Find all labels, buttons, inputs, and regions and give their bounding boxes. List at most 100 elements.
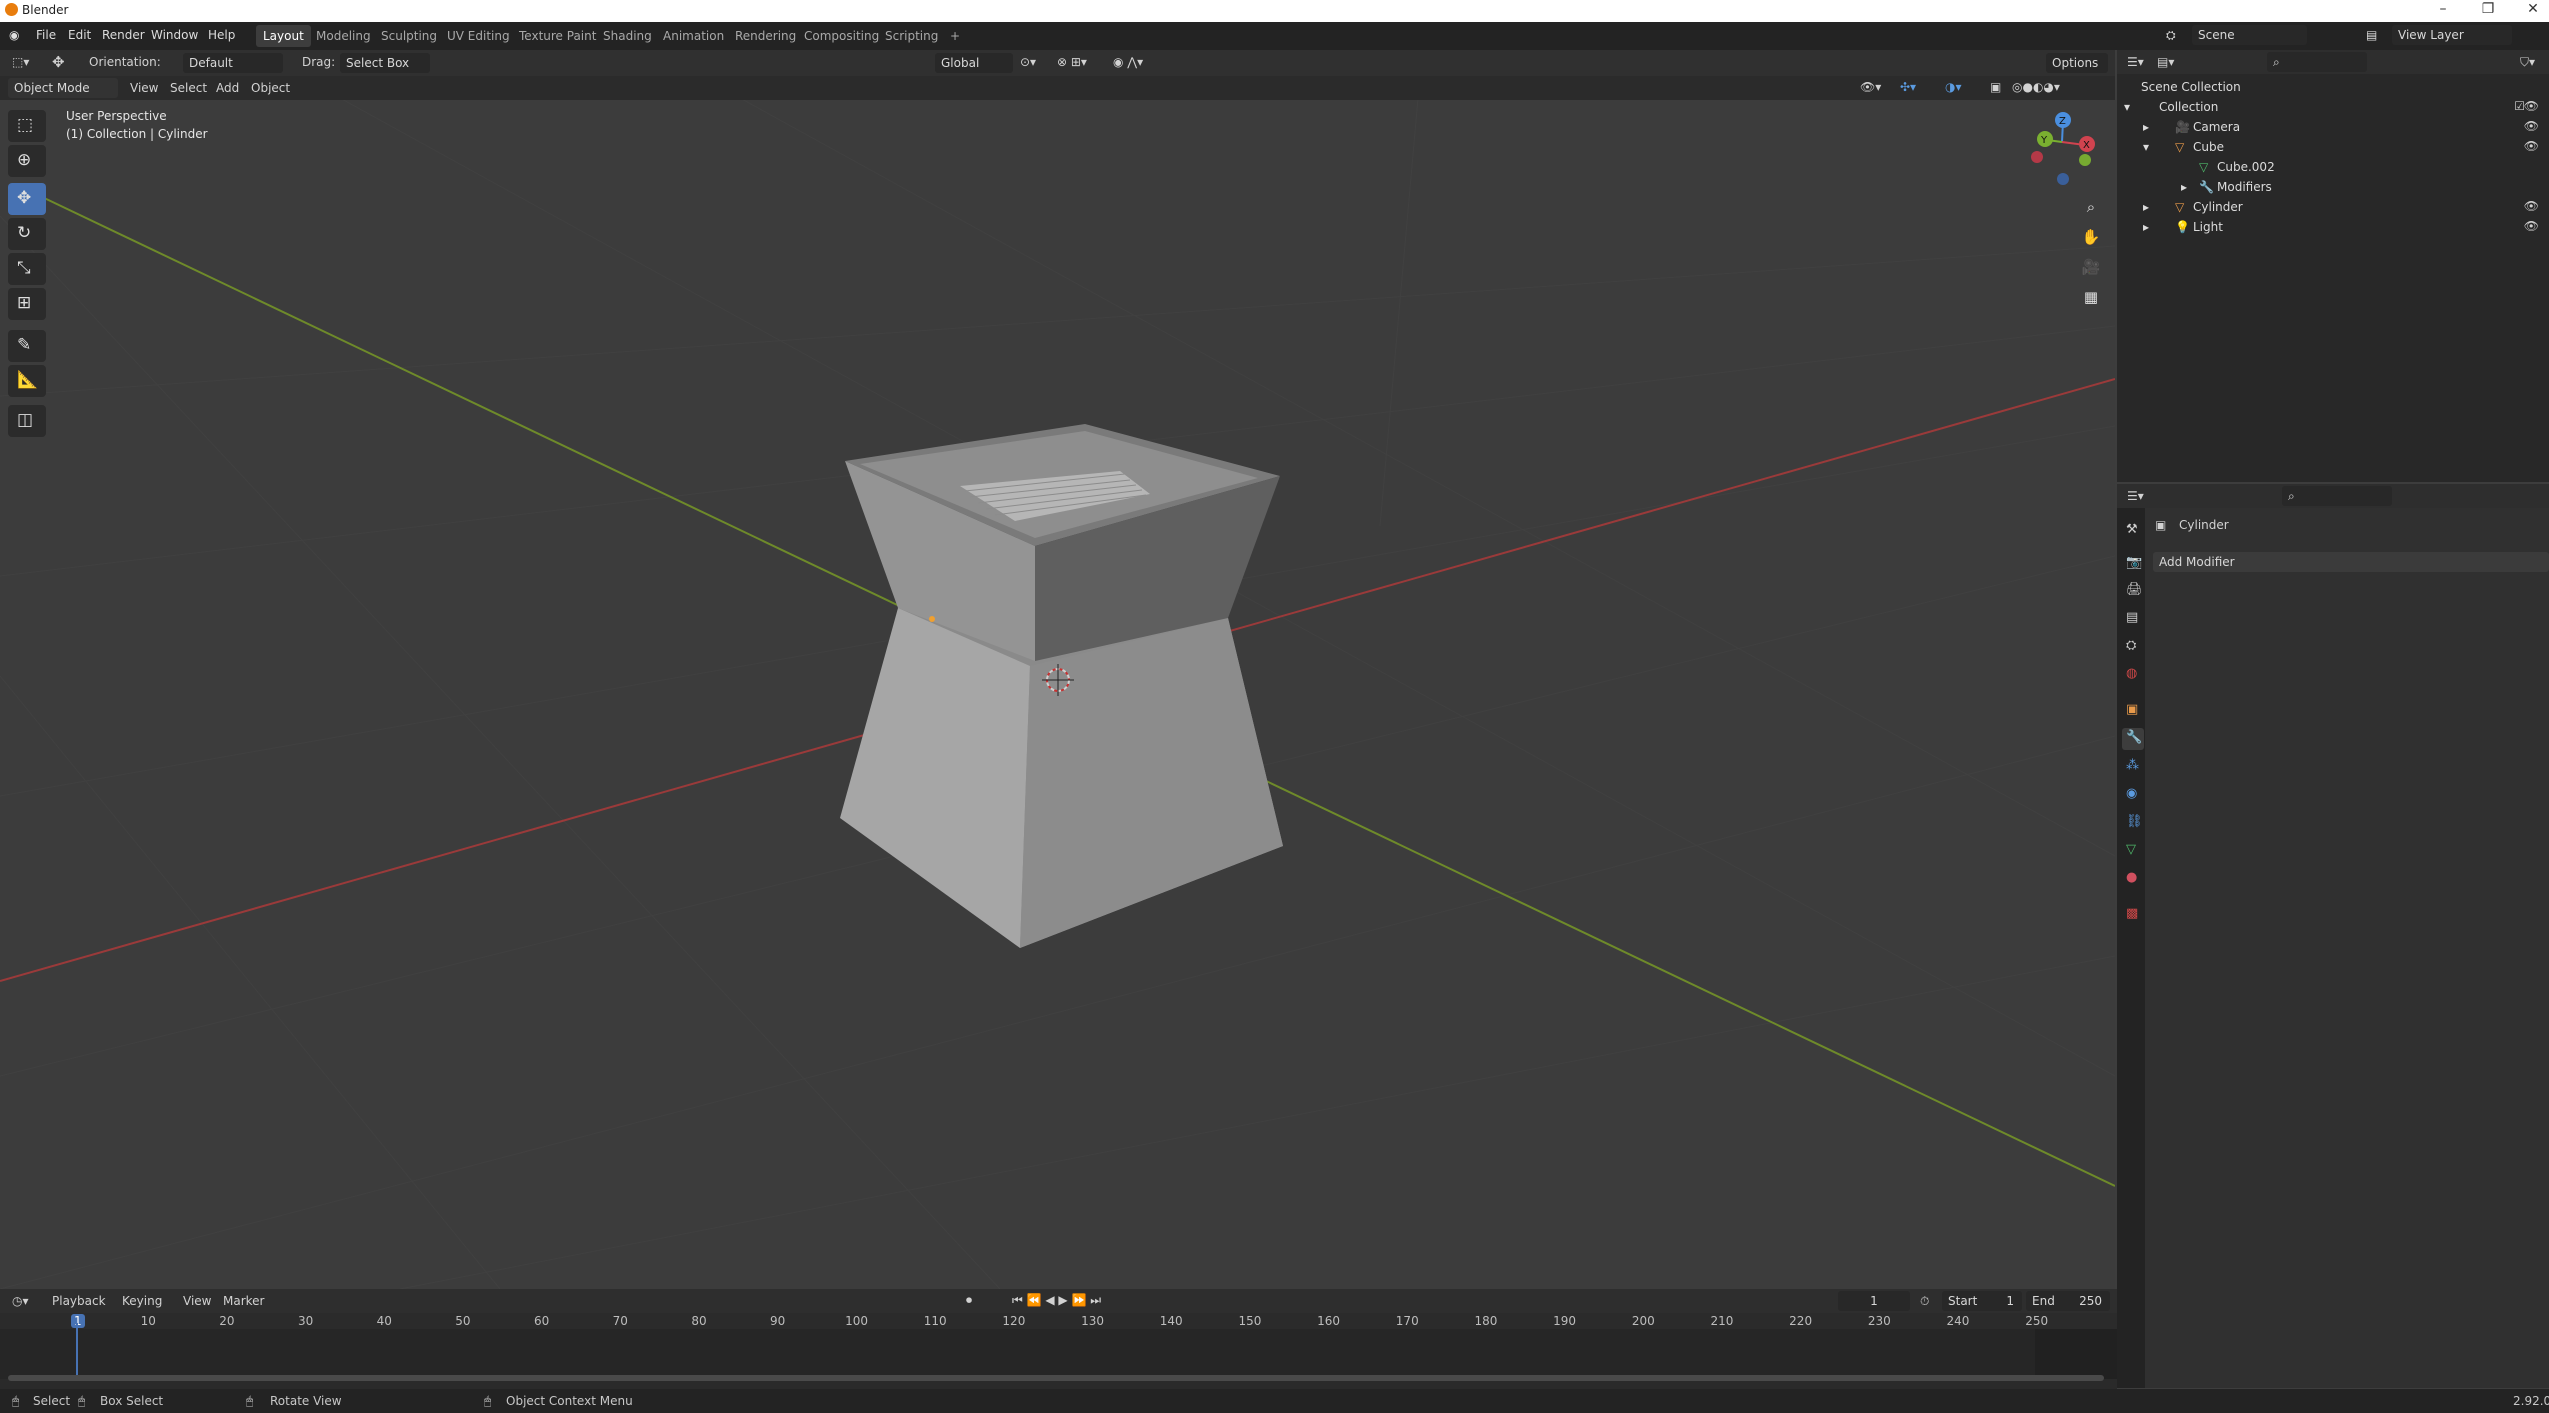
- frame-ruler[interactable]: 1 10 20 30 40 50 60 70 80 90 100 110 120 130 140 150 160…: [0, 1313, 2117, 1329]
- eye-icon[interactable]: 👁: [2524, 139, 2539, 153]
- add-workspace-button[interactable]: +: [943, 25, 967, 47]
- outliner-editor-icon[interactable]: ☰▾: [2127, 55, 2144, 69]
- expand-icon[interactable]: ▸: [2143, 200, 2149, 214]
- menu-file[interactable]: File: [36, 28, 56, 42]
- particles-tab[interactable]: ⁂: [2122, 756, 2144, 778]
- object-tab[interactable]: ▣: [2122, 700, 2144, 722]
- timeline-scrollbar[interactable]: [8, 1375, 2104, 1381]
- outliner-scene-collection[interactable]: Scene Collection: [2117, 77, 2549, 97]
- scene-selector[interactable]: Scene: [2192, 25, 2307, 45]
- tool-tab[interactable]: ⚒: [2122, 520, 2144, 542]
- timeline-menu-playback[interactable]: Playback: [52, 1294, 106, 1308]
- camera-view-icon[interactable]: 🎥: [2076, 252, 2106, 282]
- eye-icon[interactable]: 👁: [2524, 219, 2539, 233]
- view-layer-tab[interactable]: ▤: [2122, 608, 2144, 630]
- timeline-menu-marker[interactable]: Marker: [223, 1294, 264, 1308]
- transform-tool[interactable]: ⊞: [8, 288, 46, 320]
- timeline-menu-view[interactable]: View: [183, 1294, 211, 1308]
- select-box-tool[interactable]: ⬚: [8, 110, 46, 142]
- blender-menu-icon[interactable]: ◉: [9, 28, 19, 42]
- pivot-icon[interactable]: ⊙▾: [1020, 55, 1036, 69]
- rotate-tool[interactable]: ↻: [8, 218, 46, 250]
- scene-tab[interactable]: ⛭: [2122, 636, 2144, 658]
- world-tab[interactable]: ◍: [2122, 664, 2144, 686]
- outliner-item-cylinder[interactable]: ▸ ▽ Cylinder 👁: [2117, 197, 2549, 217]
- tab-modeling[interactable]: Modeling: [309, 25, 378, 47]
- perspective-grid-icon[interactable]: ▦: [2076, 282, 2106, 312]
- view-layer-selector[interactable]: View Layer: [2392, 25, 2512, 45]
- menu-window[interactable]: Window: [151, 28, 198, 42]
- outliner-item-cube-002[interactable]: ▽ Cube.002: [2117, 157, 2549, 177]
- scale-tool[interactable]: ⤡: [8, 253, 46, 285]
- tab-texture-paint[interactable]: Texture Paint: [512, 25, 603, 47]
- drag-dropdown[interactable]: Select Box: [340, 53, 430, 73]
- proportional-edit-icon[interactable]: ◉ ⋀▾: [1113, 55, 1143, 69]
- viewport-menu-view[interactable]: View: [130, 81, 158, 95]
- view-layer-icon[interactable]: ▤: [2366, 28, 2377, 42]
- outliner-item-collection[interactable]: ▾ Collection ☑ 👁: [2117, 97, 2549, 117]
- orientation-dropdown[interactable]: Default: [183, 53, 283, 73]
- tab-sculpting[interactable]: Sculpting: [374, 25, 444, 47]
- xray-icon[interactable]: ▣: [1990, 80, 2001, 94]
- zoom-icon[interactable]: ⌕: [2076, 192, 2106, 222]
- expand-icon[interactable]: ▾: [2124, 100, 2130, 114]
- data-tab[interactable]: ▽: [2122, 840, 2144, 862]
- options-dropdown[interactable]: Options: [2046, 53, 2108, 73]
- outliner-display-mode-icon[interactable]: ▤▾: [2157, 55, 2174, 69]
- playback-controls[interactable]: ⏮ ⏪ ◀ ▶ ⏩ ⏭: [1012, 1293, 1101, 1308]
- move-tool-icon[interactable]: ✥: [52, 53, 65, 71]
- cylinder-object[interactable]: [840, 424, 1283, 948]
- navigation-gizmo[interactable]: Z X Y: [2031, 112, 2095, 185]
- tab-scripting[interactable]: Scripting: [878, 25, 945, 47]
- menu-help[interactable]: Help: [208, 28, 235, 42]
- properties-search-input[interactable]: ⌕: [2282, 486, 2392, 506]
- timeline-editor-icon[interactable]: ◷▾: [12, 1294, 29, 1308]
- start-frame-field[interactable]: Start 1: [1942, 1291, 2022, 1311]
- scene-icon[interactable]: ⛭: [2166, 28, 2176, 43]
- expand-icon[interactable]: ▾: [2143, 140, 2149, 154]
- tab-rendering[interactable]: Rendering: [728, 25, 803, 47]
- material-tab[interactable]: ●: [2122, 868, 2144, 890]
- outliner-search-input[interactable]: ⌕: [2267, 52, 2367, 72]
- menu-edit[interactable]: Edit: [68, 28, 91, 42]
- mode-dropdown[interactable]: Object Mode: [8, 78, 118, 98]
- tab-uv-editing[interactable]: UV Editing: [440, 25, 517, 47]
- add-cube-tool[interactable]: ◫: [8, 405, 46, 437]
- constraints-tab[interactable]: ⛓: [2122, 812, 2144, 834]
- viewport-menu-add[interactable]: Add: [216, 81, 239, 95]
- playhead[interactable]: [76, 1323, 78, 1381]
- viewport-menu-object[interactable]: Object: [251, 81, 290, 95]
- shading-mode-icons[interactable]: ◎●◐◕▾: [2012, 80, 2060, 94]
- expand-icon[interactable]: ▸: [2143, 120, 2149, 134]
- properties-editor-icon[interactable]: ☰▾: [2127, 489, 2144, 503]
- outliner-item-light[interactable]: ▸ 💡 Light 👁: [2117, 217, 2549, 237]
- physics-tab[interactable]: ◉: [2122, 784, 2144, 806]
- viewport-menu-select[interactable]: Select: [170, 81, 207, 95]
- visibility-icon[interactable]: 👁▾: [1860, 80, 1881, 94]
- outliner-item-modifiers[interactable]: ▸ 🔧 Modifiers: [2117, 177, 2549, 197]
- expand-icon[interactable]: ▸: [2181, 180, 2187, 194]
- eye-icon[interactable]: 👁: [2524, 199, 2539, 213]
- move-tool[interactable]: ✥: [8, 183, 46, 215]
- render-tab[interactable]: 📷: [2122, 553, 2144, 575]
- tab-animation[interactable]: Animation: [656, 25, 731, 47]
- gizmo-toggle-icon[interactable]: ✣▾: [1900, 80, 1916, 94]
- output-tab[interactable]: 🖨: [2122, 580, 2144, 602]
- overlay-toggle-icon[interactable]: ◑▾: [1945, 80, 1962, 94]
- transform-orientation-dropdown[interactable]: Global: [935, 53, 1013, 73]
- filter-icon[interactable]: ⛉▾: [2520, 55, 2535, 70]
- outliner-item-camera[interactable]: ▸ 🎥 Camera 👁: [2117, 117, 2549, 137]
- eye-icon[interactable]: 👁: [2524, 99, 2539, 113]
- modifier-tab[interactable]: 🔧: [2122, 728, 2144, 750]
- tab-layout[interactable]: Layout: [256, 25, 311, 47]
- timeline-menu-keying[interactable]: Keying: [122, 1294, 162, 1308]
- end-frame-field[interactable]: End 250: [2026, 1291, 2110, 1311]
- cursor-tool[interactable]: ⊕: [8, 145, 46, 177]
- close-icon[interactable]: ✕: [2518, 1, 2548, 17]
- tab-compositing[interactable]: Compositing: [797, 25, 886, 47]
- record-icon[interactable]: ⏺: [966, 1293, 972, 1308]
- add-modifier-dropdown[interactable]: Add Modifier: [2153, 552, 2549, 572]
- expand-icon[interactable]: ▸: [2143, 220, 2149, 234]
- outliner-item-cube[interactable]: ▾ ▽ Cube 👁: [2117, 137, 2549, 157]
- pan-hand-icon[interactable]: ✋: [2076, 222, 2106, 252]
